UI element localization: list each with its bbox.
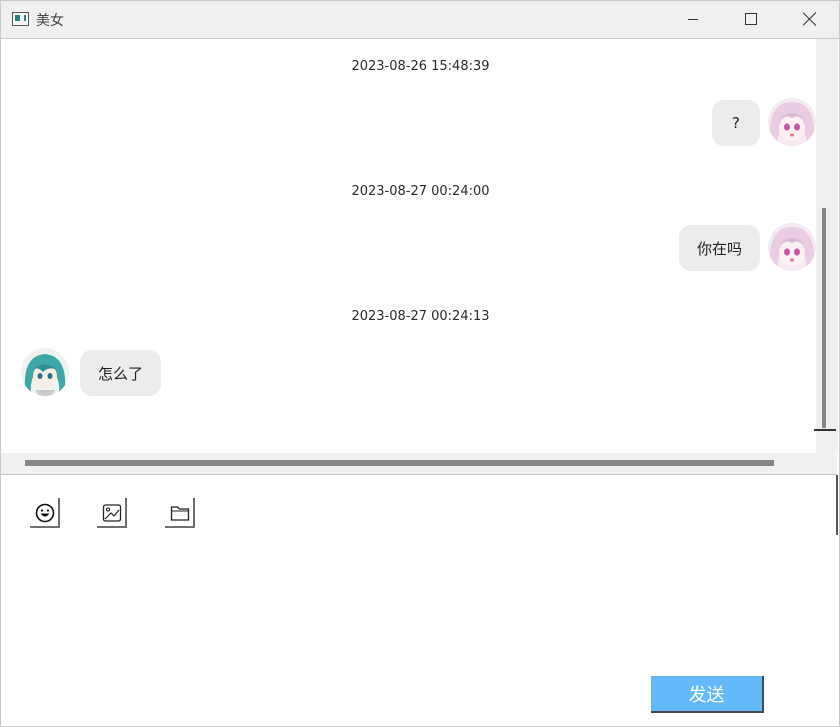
contact-avatar: [21, 348, 69, 396]
message-bubble-self: 你在吗: [679, 225, 760, 271]
image-button[interactable]: [97, 498, 127, 528]
message-timestamp: 2023-08-27 00:24:13: [351, 309, 490, 324]
maximize-button[interactable]: [722, 1, 780, 38]
vertical-scrollbar-thumb[interactable]: [822, 208, 826, 428]
titlebar[interactable]: 美女: [1, 1, 839, 39]
message-timestamp: 2023-08-26 15:48:39: [351, 59, 490, 74]
vertical-scrollbar[interactable]: [816, 39, 838, 453]
message-input[interactable]: [1, 535, 839, 679]
send-button[interactable]: 发送: [651, 676, 764, 713]
window-title: 美女: [36, 13, 64, 29]
close-icon: [802, 11, 818, 27]
folder-icon: [170, 506, 190, 521]
close-button[interactable]: [780, 1, 838, 38]
horizontal-scrollbar-thumb[interactable]: [25, 460, 774, 466]
scrollbar-divider: [814, 429, 836, 431]
message-bubble-self: ?: [712, 100, 760, 146]
app-window-icon: [12, 12, 29, 26]
self-avatar: [768, 98, 816, 146]
image-icon: [102, 504, 122, 522]
folder-button[interactable]: [165, 498, 195, 528]
minimize-icon: [688, 19, 698, 20]
message-bubble-other: 怎么了: [80, 350, 161, 396]
maximize-icon: [745, 13, 757, 25]
message-timestamp: 2023-08-27 00:24:00: [351, 184, 490, 199]
message-list[interactable]: 2023-08-26 15:48:39 ? 2023-08-27 00:24:0…: [3, 39, 816, 453]
emoji-icon: [35, 503, 55, 523]
self-avatar: [768, 223, 816, 271]
minimize-button[interactable]: [664, 1, 722, 38]
emoji-button[interactable]: [30, 498, 60, 528]
